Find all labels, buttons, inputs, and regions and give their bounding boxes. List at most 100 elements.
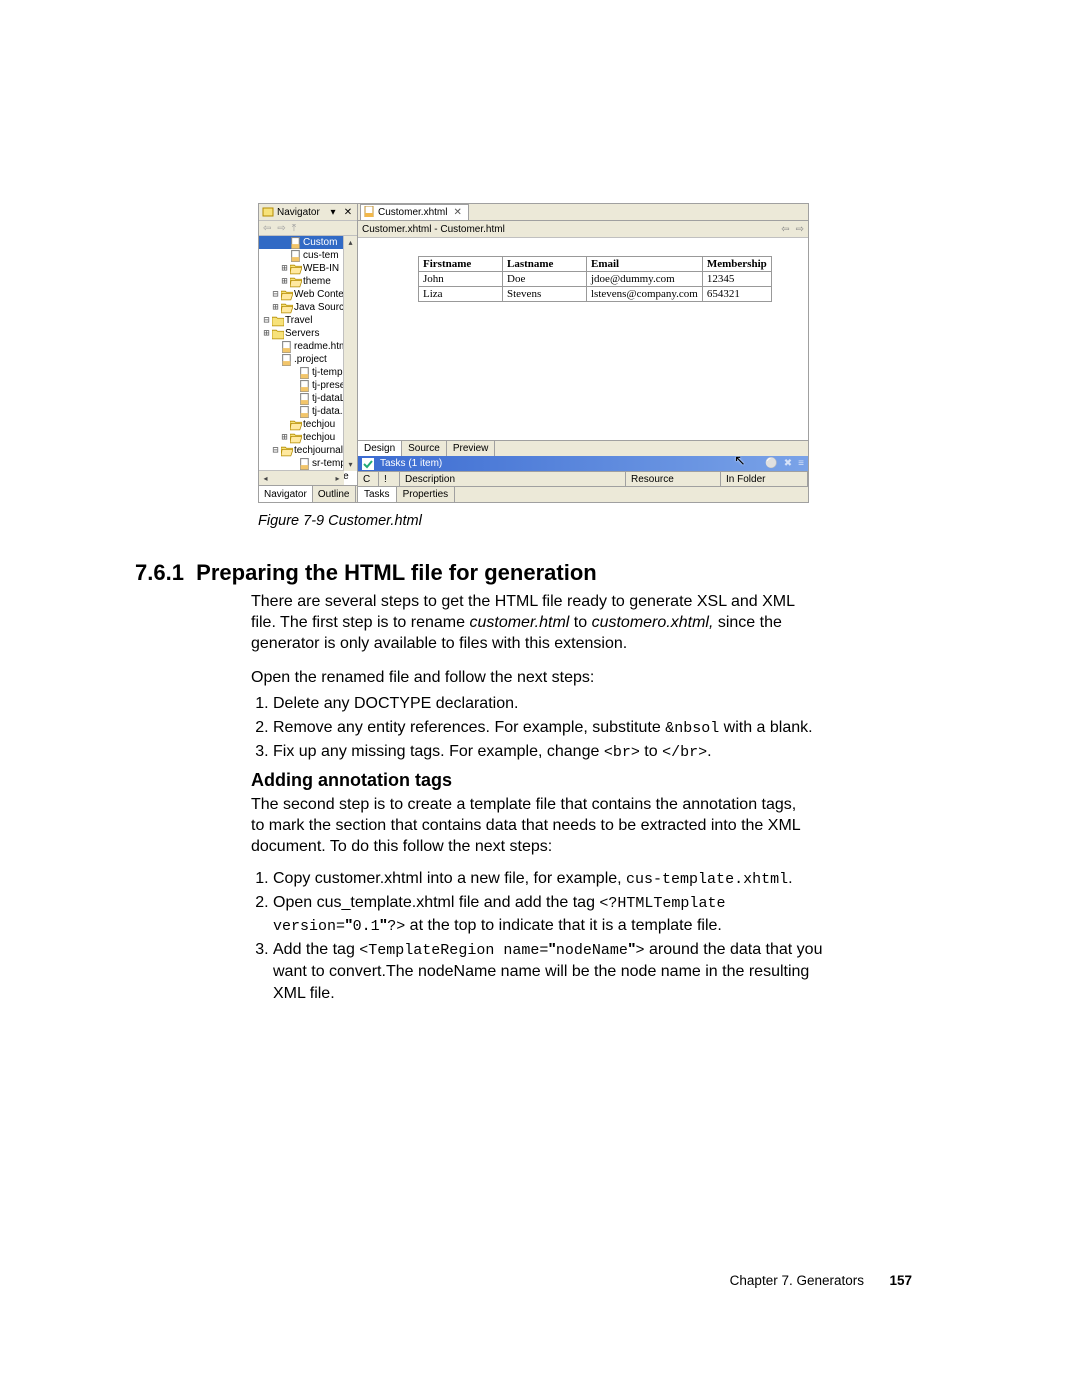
editor-tab-customer[interactable]: Customer.xhtml ✕ [360, 204, 469, 220]
navigator-titlebar: Navigator ▾ ✕ [259, 204, 357, 221]
tab-source[interactable]: Source [402, 441, 447, 456]
tasks-col-description[interactable]: Description [400, 472, 626, 486]
tree-item-label: techjou [303, 418, 335, 431]
paragraph-3: The second step is to create a template … [251, 795, 811, 857]
text: . [707, 743, 711, 760]
bc-back-icon[interactable]: ⇦ [781, 224, 789, 235]
tasks-col-priority[interactable]: ! [379, 472, 400, 486]
tree-item-label: Servers [285, 327, 319, 340]
text-mono: > [636, 942, 645, 959]
paragraph-1: There are several steps to get the HTML … [251, 592, 811, 654]
tree-twisty-icon[interactable]: ⊞ [279, 431, 290, 444]
text: Add the tag [273, 941, 359, 958]
tab-navigator[interactable]: Navigator [259, 486, 313, 502]
table-row: LizaStevenslstevens@company.com654321 [419, 287, 772, 302]
folder-open-icon [281, 289, 293, 300]
navigator-tree[interactable]: Customcus-tem⊞WEB-IN⊞theme⊟Web Conte⊞Jav… [259, 236, 357, 485]
up-icon[interactable]: ⤒ [292, 223, 296, 234]
text-bold: " [345, 917, 353, 934]
tasks-col-resource[interactable]: Resource [626, 472, 721, 486]
section-title: Preparing the HTML file for generation [196, 560, 597, 585]
tree-item-label: Custom [303, 236, 337, 249]
list-item: Fix up any missing tags. For example, ch… [273, 741, 833, 763]
tree-twisty-icon[interactable]: ⊟ [270, 288, 281, 301]
text: Open cus_template.xhtml file and add the… [273, 894, 599, 911]
table-cell: lstevens@company.com [587, 287, 703, 302]
bc-forward-icon[interactable]: ⇨ [796, 224, 804, 235]
filter-icon[interactable]: ⚪ [765, 458, 777, 469]
tree-twisty-icon[interactable]: ⊞ [279, 275, 290, 288]
tree-twisty-icon[interactable]: ⊞ [279, 262, 290, 275]
tab-close-icon[interactable]: ✕ [453, 207, 461, 218]
file-icon [281, 354, 293, 365]
table-cell: Doe [503, 272, 587, 287]
text-italic: customer.html [469, 614, 569, 631]
xhtml-file-icon [364, 206, 375, 220]
navigator-title: Navigator [277, 207, 320, 218]
tree-twisty-icon[interactable]: ⊟ [261, 314, 272, 327]
table-cell: jdoe@dummy.com [587, 272, 703, 287]
menu-arrow-icon[interactable]: ▾ [327, 206, 339, 218]
file-icon [299, 367, 311, 378]
text: to [569, 614, 591, 631]
list-item: Open cus_template.xhtml file and add the… [273, 892, 833, 937]
editor-pane: Customer.xhtml ✕ Customer.xhtml - Custom… [358, 204, 808, 502]
text: Copy customer.xhtml into a new file, for… [273, 870, 626, 887]
horizontal-scrollbar[interactable]: ◂ ▸ [259, 470, 344, 485]
tree-item-label: theme [303, 275, 331, 288]
tab-preview[interactable]: Preview [447, 441, 496, 456]
tree-item-label: Java Sourc [294, 301, 344, 314]
folder-open-icon [290, 419, 302, 430]
file-icon [299, 380, 311, 391]
tree-item-label: Web Conte [294, 288, 344, 301]
tab-design[interactable]: Design [358, 441, 402, 456]
vertical-scrollbar[interactable]: ▴ ▾ [343, 236, 357, 471]
folder-icon [272, 328, 284, 339]
screenshot-figure: Navigator ▾ ✕ ⇦ ⇨ ⤒ Customcus-tem⊞WEB-IN… [258, 203, 809, 503]
menu-icon[interactable]: ≡ [798, 458, 804, 469]
tree-item-label: .project [294, 353, 327, 366]
list-item: Copy customer.xhtml into a new file, for… [273, 868, 833, 890]
tasks-col-infolder[interactable]: In Folder [721, 472, 808, 486]
navigator-icon [262, 206, 274, 218]
back-icon[interactable]: ⇦ [263, 223, 271, 234]
table-cell: 654321 [702, 287, 771, 302]
list-item: Remove any entity references. For exampl… [273, 717, 833, 739]
tab-properties[interactable]: Properties [397, 487, 456, 502]
scroll-up-icon[interactable]: ▴ [344, 236, 357, 249]
tree-twisty-icon[interactable]: ⊞ [261, 327, 272, 340]
tab-outline[interactable]: Outline [313, 486, 356, 502]
breadcrumb-bar: Customer.xhtml - Customer.html ⇦ ⇨ [358, 221, 808, 238]
text: Remove any entity references. For exampl… [273, 719, 665, 736]
text-bold: " [548, 941, 556, 958]
close-icon[interactable]: ✕ [342, 206, 354, 218]
scroll-right-icon[interactable]: ▸ [331, 472, 344, 485]
footer-chapter: Chapter 7. Generators [730, 1273, 864, 1288]
table-row: JohnDoejdoe@dummy.com12345 [419, 272, 772, 287]
scroll-down-icon[interactable]: ▾ [344, 458, 357, 471]
tasks-title-label: Tasks (1 item) [380, 458, 442, 469]
text: to [640, 743, 662, 760]
editor-content: FirstnameLastnameEmailMembership JohnDoe… [358, 238, 808, 440]
editor-tab-label: Customer.xhtml [378, 207, 447, 218]
subheading: Adding annotation tags [251, 770, 452, 791]
folder-open-icon [290, 276, 302, 287]
text-mono: 0.1 [353, 918, 380, 935]
navigator-pane: Navigator ▾ ✕ ⇦ ⇨ ⤒ Customcus-tem⊞WEB-IN… [259, 204, 358, 502]
customer-table: FirstnameLastnameEmailMembership JohnDoe… [418, 256, 772, 302]
tasks-col-complete[interactable]: C [358, 472, 379, 486]
scroll-left-icon[interactable]: ◂ [259, 472, 272, 485]
delete-icon[interactable]: ✖ [784, 458, 792, 469]
tab-tasks[interactable]: Tasks [358, 487, 397, 502]
text: . [788, 870, 792, 887]
navigator-toolbar: ⇦ ⇨ ⤒ [259, 221, 357, 236]
forward-icon[interactable]: ⇨ [277, 223, 285, 234]
table-cell: Liza [419, 287, 503, 302]
table-header: Email [587, 257, 703, 272]
tree-item-label: WEB-IN [303, 262, 339, 275]
cursor-icon: ↖ [734, 452, 746, 469]
tree-twisty-icon[interactable]: ⊟ [270, 444, 281, 457]
text-mono: ?> [387, 918, 405, 935]
tree-twisty-icon[interactable]: ⊞ [270, 301, 281, 314]
text-mono: <TemplateRegion name= [359, 942, 548, 959]
